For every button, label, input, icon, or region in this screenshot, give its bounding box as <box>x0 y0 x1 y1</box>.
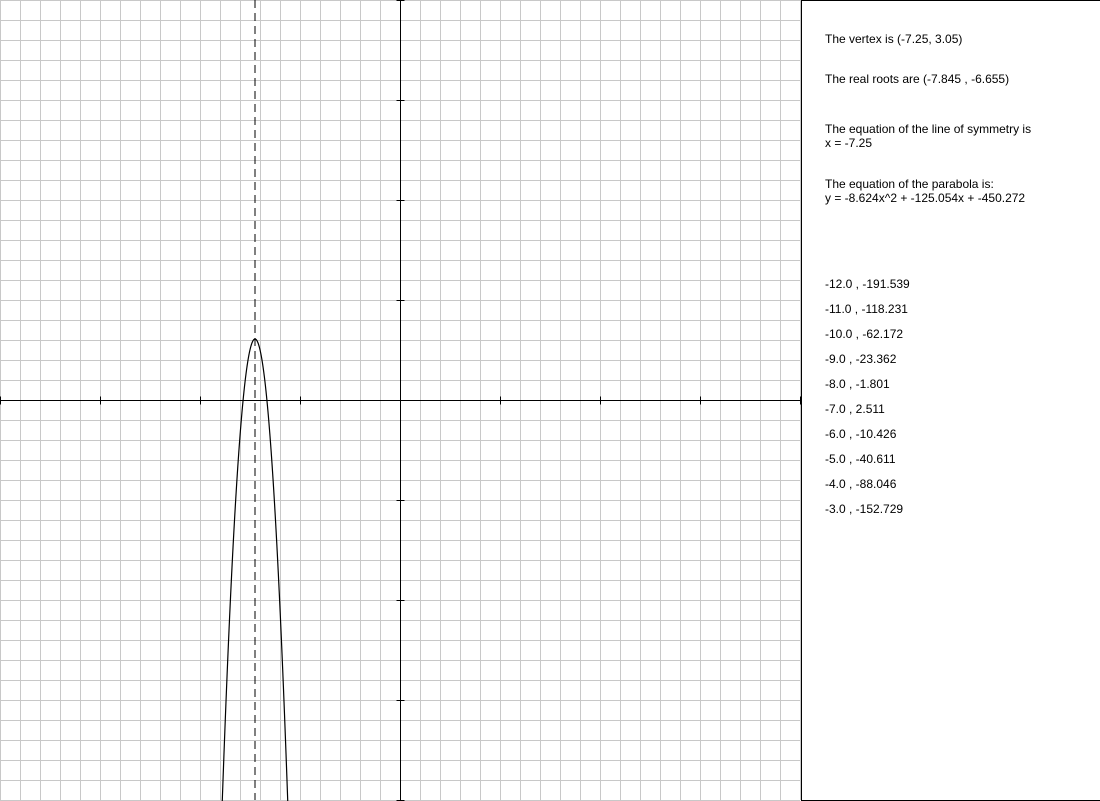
point-row: -11.0 , -118.231 <box>825 302 908 316</box>
symmetry-label: The equation of the line of symmetry is <box>825 122 1032 136</box>
point-row: -6.0 , -10.426 <box>825 427 897 441</box>
points-list: -12.0 , -191.539 -11.0 , -118.231 -10.0 … <box>825 277 910 527</box>
point-row: -9.0 , -23.362 <box>825 352 897 366</box>
graph-canvas[interactable] <box>0 0 801 801</box>
symmetry-equation: x = -7.25 <box>825 136 873 150</box>
graph-svg <box>0 0 801 801</box>
parabola-label: The equation of the parabola is: <box>825 177 994 191</box>
point-row: -12.0 , -191.539 <box>825 277 910 291</box>
parabola-equation: y = -8.624x^2 + -125.054x + -450.272 <box>825 191 1026 205</box>
point-row: -8.0 , -1.801 <box>825 377 890 391</box>
point-row: -7.0 , 2.511 <box>825 402 885 416</box>
info-panel: The vertex is (-7.25, 3.05) The real roo… <box>801 0 1100 801</box>
roots-text: The real roots are (-7.845 , -6.655) <box>825 72 1010 86</box>
vertex-text: The vertex is (-7.25, 3.05) <box>825 32 963 46</box>
point-row: -4.0 , -88.046 <box>825 477 897 491</box>
point-row: -3.0 , -152.729 <box>825 502 904 516</box>
point-row: -10.0 , -62.172 <box>825 327 904 341</box>
point-row: -5.0 , -40.611 <box>825 452 896 466</box>
graph-app: The vertex is (-7.25, 3.05) The real roo… <box>0 0 1100 801</box>
